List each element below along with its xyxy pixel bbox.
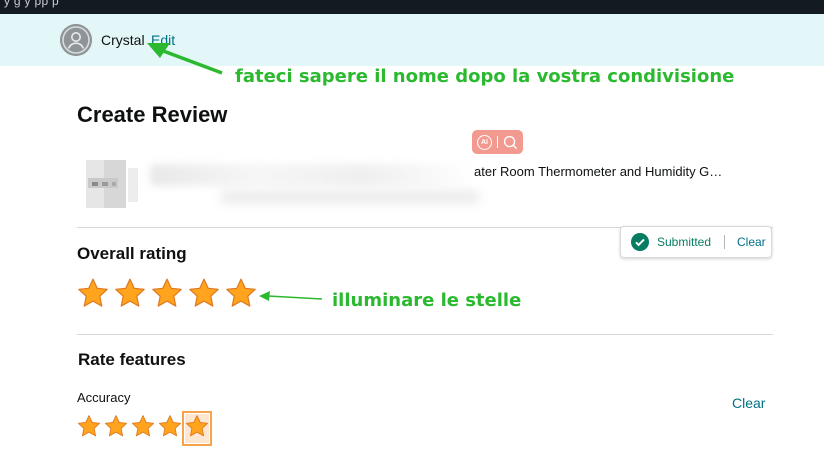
product-image (84, 158, 140, 210)
submission-status-box: Submitted Clear (620, 226, 772, 258)
product-name-blurred (150, 164, 470, 186)
user-avatar-icon (60, 24, 92, 56)
page-title: Create Review (77, 102, 228, 127)
user-bar: Crystal Edit (0, 14, 824, 66)
ai-badge-separator (497, 136, 498, 148)
user-name: Crystal (101, 32, 145, 48)
submitted-status: Submitted (657, 235, 712, 249)
top-nav-strip: y g y pp p (0, 0, 824, 14)
accuracy-star-rating[interactable] (77, 411, 212, 446)
rate-features-title: Rate features (78, 350, 186, 369)
product-title: ater Room Thermometer and Humidity G… (474, 164, 723, 179)
star-icon[interactable] (77, 414, 101, 443)
edit-name-link[interactable]: Edit (151, 32, 175, 48)
star-icon[interactable] (182, 411, 212, 446)
search-icon (503, 135, 518, 150)
overall-rating-title: Overall rating (77, 244, 187, 263)
section-divider (77, 334, 773, 335)
star-icon[interactable] (225, 277, 257, 314)
annotation-arrow-stars (259, 291, 323, 301)
feature-label-accuracy: Accuracy (77, 390, 131, 405)
check-circle-icon (631, 233, 649, 251)
status-separator (724, 235, 725, 249)
accuracy-clear-link[interactable]: Clear (732, 395, 765, 411)
star-icon[interactable] (188, 277, 220, 314)
star-icon[interactable] (104, 414, 128, 443)
product-name-blurred-2 (220, 190, 480, 204)
overall-star-rating[interactable] (77, 277, 257, 314)
top-nav-text: y g y pp p (4, 0, 60, 8)
star-icon[interactable] (77, 277, 109, 314)
star-icon[interactable] (114, 277, 146, 314)
annotation-stars-note: illuminare le stelle (332, 290, 522, 311)
ai-icon: AI (477, 134, 492, 150)
star-icon[interactable] (158, 414, 182, 443)
star-icon[interactable] (131, 414, 155, 443)
ai-badge[interactable]: AI (472, 130, 523, 154)
annotation-name-note: fateci sapere il nome dopo la vostra con… (235, 66, 735, 87)
overall-clear-link[interactable]: Clear (737, 235, 766, 249)
star-icon[interactable] (151, 277, 183, 314)
